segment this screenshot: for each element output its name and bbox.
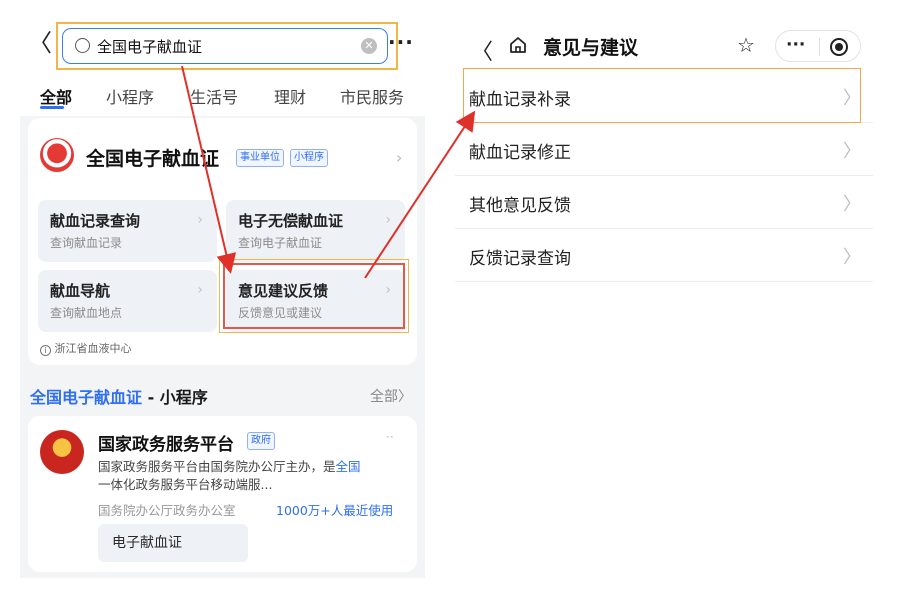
provider-name: 浙江省血液中心 [54, 342, 132, 355]
chevron-right-icon: › [197, 212, 203, 228]
tile-title: 电子无偿献血证 [238, 212, 344, 230]
desc-part: 国家政务服务平台由国务院办公厅主办，是 [98, 459, 336, 474]
close-target-icon[interactable] [830, 38, 848, 56]
list-item-feedback-history[interactable]: 反馈记录查询 〉 [455, 229, 873, 282]
feedback-page: 〈 意见与建议 ☆ ··· 献血记录补录 〉 献血记录修正 〉 其他意见反馈 〉… [455, 8, 875, 288]
list-item-label: 反馈记录查询 [469, 249, 571, 269]
tile-subtitle: 查询电子献血证 [238, 236, 323, 250]
tag-government: 政府 [247, 432, 275, 450]
search-query: 全国电子献血证 [97, 38, 203, 56]
card2-title: 国家政务服务平台 [98, 435, 234, 455]
section-title: 全国电子献血证 - 小程序 [30, 384, 208, 408]
provider-line: i 浙江省血液中心 [40, 340, 132, 356]
info-icon: i [40, 345, 51, 356]
page-title: 意见与建议 [543, 37, 639, 59]
card2-usage: 1000万+人最近使用 [276, 503, 394, 518]
tile-subtitle: 查询献血地点 [50, 306, 123, 320]
capsule-menu: ··· [775, 30, 861, 62]
section-title-rest: - 小程序 [142, 388, 208, 407]
chevron-right-icon: › [396, 148, 403, 167]
tab-all[interactable]: 全部 [40, 84, 72, 108]
tile-record-query[interactable]: 献血记录查询 查询献血记录 › [38, 200, 217, 262]
record-supplement-highlight [463, 68, 861, 123]
search-icon [75, 38, 90, 53]
blood-donation-logo-icon [40, 138, 74, 172]
see-all-link[interactable]: 全部〉 [370, 386, 412, 406]
chevron-right-icon: 〉 [843, 141, 861, 162]
tab-mini-programs[interactable]: 小程序 [106, 84, 154, 108]
capsule-divider [819, 38, 820, 56]
card-title: 全国电子献血证 [86, 148, 220, 170]
section-title-highlight: 全国电子献血证 [30, 388, 143, 407]
gov-service-card[interactable]: 国家政务服务平台 政府 ·· 国家政务服务平台由国务院办公厅主办，是全国一体化政… [28, 416, 417, 572]
clear-icon[interactable]: ✕ [361, 38, 377, 54]
chevron-right-icon: 〉 [843, 247, 861, 268]
active-tab-indicator [40, 106, 64, 109]
list-item-label: 其他意见反馈 [469, 196, 571, 216]
result-tabs: 全部 小程序 生活号 理财 市民服务 [20, 80, 425, 116]
more-icon[interactable]: ··· [388, 30, 414, 54]
desc-highlight: 全国 [335, 459, 361, 474]
tile-navigation[interactable]: 献血导航 查询献血地点 › [38, 270, 217, 332]
tile-title: 献血导航 [50, 282, 111, 300]
feedback-highlight-inner [223, 263, 405, 329]
tile-e-certificate[interactable]: 电子无偿献血证 查询电子献血证 › [226, 200, 405, 262]
tab-life-accounts[interactable]: 生活号 [190, 84, 238, 108]
tab-citizen-services[interactable]: 市民服务 [340, 84, 404, 108]
list-item-other-feedback[interactable]: 其他意见反馈 〉 [455, 176, 873, 229]
chevron-right-icon: › [385, 212, 391, 228]
star-icon[interactable]: ☆ [737, 33, 755, 57]
tile-subtitle: 查询献血记录 [50, 236, 123, 250]
service-chip[interactable]: 电子献血证 [98, 524, 248, 562]
home-icon[interactable] [509, 36, 527, 54]
list-item-record-correction[interactable]: 献血记录修正 〉 [455, 123, 873, 176]
back-button[interactable]: 〈 [471, 34, 493, 66]
back-button[interactable]: 〈 [28, 31, 52, 56]
tag-institution: 事业单位 [236, 149, 284, 167]
card2-description: 国家政务服务平台由国务院办公厅主办，是全国一体化政务服务平台移动端服... [98, 458, 403, 494]
tag-mini-program: 小程序 [290, 149, 328, 167]
national-emblem-icon [40, 430, 84, 474]
chevron-right-icon: › [197, 282, 203, 298]
more-icon[interactable]: ··· [786, 35, 805, 55]
desc-part: 一体化政务服务平台移动端服... [98, 477, 273, 492]
tile-title: 献血记录查询 [50, 212, 141, 230]
chevron-right-icon: 〉 [843, 194, 861, 215]
tab-finance[interactable]: 理财 [274, 84, 306, 108]
list-item-label: 献血记录修正 [469, 143, 571, 163]
more-icon[interactable]: ·· [386, 430, 394, 444]
card2-publisher: 国务院办公厅政务办公室 [98, 503, 236, 518]
search-results-panel: 〈 全国电子献血证 ✕ ··· 全部 小程序 生活号 理财 市民服务 全国电子献… [20, 8, 425, 578]
search-input[interactable]: 全国电子献血证 ✕ [62, 28, 388, 64]
